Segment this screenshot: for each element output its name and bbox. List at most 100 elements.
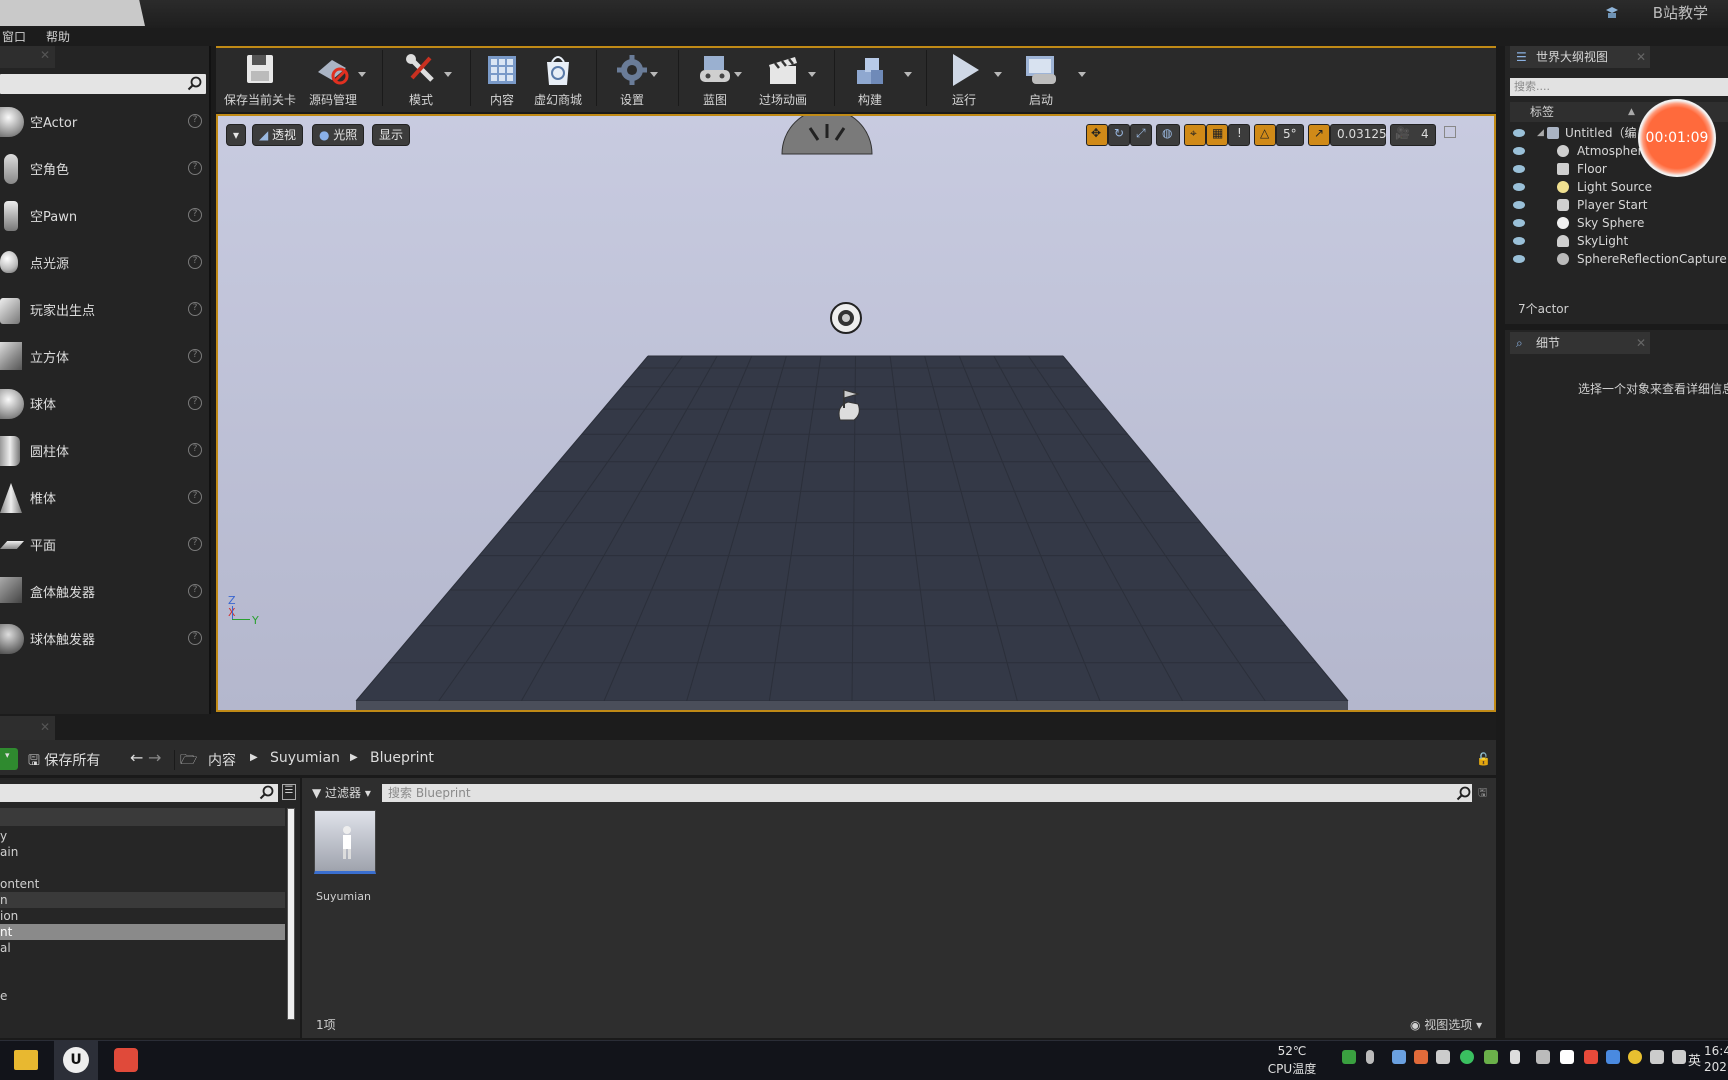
build-button[interactable]: 构建 xyxy=(846,50,912,108)
show-button[interactable]: 显示 xyxy=(372,124,411,146)
visibility-eye-icon[interactable] xyxy=(1513,183,1525,191)
visibility-eye-icon[interactable] xyxy=(1513,129,1525,137)
reflection-capture-icon[interactable] xyxy=(830,302,862,334)
screen-recorder-icon[interactable] xyxy=(114,1048,138,1072)
chevron-down-icon[interactable] xyxy=(904,72,912,77)
breadcrumb-blueprint[interactable]: Blueprint xyxy=(370,750,434,766)
tree-row[interactable]: y xyxy=(0,828,285,844)
outliner-row-skylight[interactable]: SkyLight xyxy=(1505,232,1728,250)
lit-mode-button[interactable]: ● 光照 xyxy=(312,124,365,146)
rotation-snap-value[interactable]: 5° xyxy=(1276,124,1304,146)
taskbar-unreal-app[interactable]: U xyxy=(54,1040,98,1080)
outliner-row-light-source[interactable]: Light Source xyxy=(1505,178,1728,196)
close-icon[interactable]: ✕ xyxy=(1636,46,1646,68)
help-icon[interactable]: ? xyxy=(188,490,202,504)
place-item-box-trigger[interactable]: 盒体触发器 ? xyxy=(0,568,206,615)
help-icon[interactable]: ? xyxy=(188,302,202,316)
place-item-cylinder[interactable]: 圆柱体 ? xyxy=(0,427,206,474)
surface-snap-toggle[interactable]: ⌖ xyxy=(1184,124,1206,146)
level-tab[interactable] xyxy=(0,0,145,26)
outliner-row-sky-sphere[interactable]: Sky Sphere xyxy=(1505,214,1728,232)
rotate-tool[interactable]: ↻ xyxy=(1108,124,1130,146)
modes-button[interactable]: 模式 xyxy=(392,50,452,108)
tray-app-icon[interactable] xyxy=(1414,1050,1428,1064)
chevron-down-icon[interactable] xyxy=(1078,72,1086,77)
usb-icon[interactable] xyxy=(1510,1050,1520,1064)
help-icon[interactable]: ? xyxy=(188,396,202,410)
wechat-icon[interactable] xyxy=(1460,1050,1474,1064)
cinematics-button[interactable]: 过场动画 xyxy=(752,50,816,108)
tree-row[interactable]: n xyxy=(0,892,285,908)
source-control-button[interactable]: 源码管理 xyxy=(302,50,366,108)
help-icon[interactable]: ? xyxy=(188,255,202,269)
compass-gizmo[interactable] xyxy=(780,116,874,156)
tray-app-icon[interactable] xyxy=(1560,1050,1574,1064)
place-panel-tab[interactable]: ✕ xyxy=(0,46,55,68)
tree-row-root[interactable] xyxy=(0,808,285,826)
scale-snap-toggle[interactable]: ↗ xyxy=(1308,124,1330,146)
maximize-viewport-icon[interactable] xyxy=(1444,126,1456,138)
save-search-icon[interactable]: 🖫 xyxy=(1478,784,1487,803)
place-item-plane[interactable]: 平面 ? xyxy=(0,521,206,568)
outliner-row-sphere-reflection-capture[interactable]: SphereReflectionCapture xyxy=(1505,250,1728,268)
place-item-empty-character[interactable]: 空角色 ? xyxy=(0,145,206,192)
tree-row[interactable]: e xyxy=(0,988,285,1004)
recording-timer[interactable]: 00:01:09 xyxy=(1638,99,1716,177)
save-all-button[interactable]: 🖫 保存所有 xyxy=(28,750,100,774)
chevron-down-icon[interactable] xyxy=(734,72,742,77)
tray-app-icon[interactable] xyxy=(1536,1050,1550,1064)
outliner-tab[interactable]: ☰ 世界大纲视图 ✕ xyxy=(1510,46,1650,68)
close-icon[interactable]: ✕ xyxy=(40,720,50,734)
grid-size-button[interactable]: ! xyxy=(1228,124,1250,146)
tree-row[interactable]: al xyxy=(0,940,285,956)
help-icon[interactable]: ? xyxy=(188,114,202,128)
outliner-search-input[interactable]: 搜索.... xyxy=(1510,78,1728,96)
place-item-sphere-trigger[interactable]: 球体触发器 ? xyxy=(0,615,206,662)
marketplace-button[interactable]: 虚幻商城 xyxy=(528,50,588,108)
camera-speed-button[interactable]: 🎥 4 xyxy=(1390,124,1436,146)
grid-snap-toggle[interactable]: ▦ xyxy=(1206,124,1228,146)
scale-snap-value[interactable]: 0.03125 xyxy=(1330,124,1387,146)
content-button[interactable]: 内容 xyxy=(478,50,526,108)
translate-tool[interactable]: ✥ xyxy=(1086,124,1108,146)
tree-row[interactable]: ion xyxy=(0,908,285,924)
chevron-down-icon[interactable] xyxy=(444,72,452,77)
chevron-down-icon[interactable] xyxy=(358,72,366,77)
forward-arrow-icon[interactable]: → xyxy=(148,748,161,767)
asset-name[interactable]: Suyumian xyxy=(316,890,371,903)
breadcrumb-content[interactable]: 内容 xyxy=(208,750,236,770)
view-options-button[interactable]: ◉ 视图选项 ▾ xyxy=(1410,1016,1482,1033)
visibility-eye-icon[interactable] xyxy=(1513,255,1525,263)
chevron-down-icon[interactable] xyxy=(650,72,658,77)
menu-help[interactable]: 帮助 xyxy=(46,28,70,46)
clock-date[interactable]: 202 xyxy=(1704,1060,1727,1074)
place-item-player-start[interactable]: 玩家出生点 ? xyxy=(0,286,206,333)
tree-row-selected[interactable]: nt xyxy=(0,924,285,940)
file-explorer-icon[interactable] xyxy=(14,1050,38,1070)
breadcrumb-suyumian[interactable]: Suyumian xyxy=(270,750,340,766)
tray-app-icon[interactable] xyxy=(1436,1050,1450,1064)
perspective-button[interactable]: ◢ 透视 xyxy=(252,124,304,146)
volume-icon[interactable] xyxy=(1672,1050,1686,1064)
folder-search-input[interactable] xyxy=(0,784,278,802)
tray-app-icon[interactable] xyxy=(1628,1050,1642,1064)
tray-app-icon[interactable] xyxy=(1392,1050,1406,1064)
help-icon[interactable]: ? xyxy=(188,443,202,457)
player-start-icon[interactable] xyxy=(834,388,864,424)
view-list-icon[interactable]: ☰ xyxy=(282,784,296,800)
close-icon[interactable]: ✕ xyxy=(40,48,50,62)
close-icon[interactable]: ✕ xyxy=(1636,332,1646,354)
lock-icon[interactable]: 🔓 xyxy=(1476,752,1491,766)
chevron-down-icon[interactable] xyxy=(808,72,816,77)
menu-window[interactable]: 窗口 xyxy=(2,28,26,46)
visibility-eye-icon[interactable] xyxy=(1513,147,1525,155)
tray-app-icon[interactable] xyxy=(1584,1050,1598,1064)
clock-time[interactable]: 16:4 xyxy=(1704,1044,1728,1058)
tree-row[interactable]: ain xyxy=(0,844,285,860)
visibility-eye-icon[interactable] xyxy=(1513,165,1525,173)
expand-icon[interactable]: ◢ xyxy=(1537,124,1544,142)
place-item-empty-actor[interactable]: 空Actor ? xyxy=(0,98,206,145)
help-icon[interactable]: ? xyxy=(188,349,202,363)
back-arrow-icon[interactable]: ← xyxy=(130,748,143,767)
settings-button[interactable]: 设置 xyxy=(608,50,658,108)
